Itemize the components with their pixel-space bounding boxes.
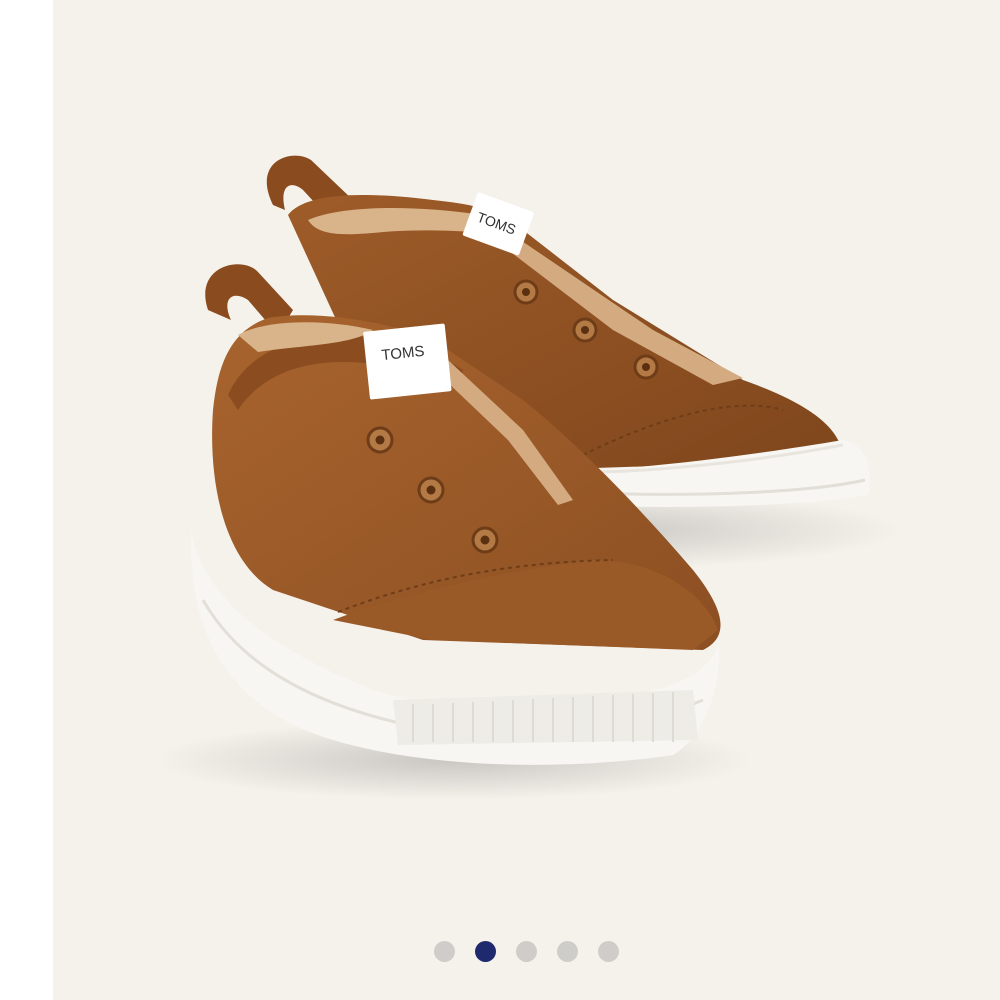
product-page: TOMS TOMS (0, 0, 1000, 1000)
product-image: TOMS TOMS (153, 155, 903, 800)
carousel-pagination (53, 940, 1000, 962)
carousel-dot-2[interactable] (475, 940, 496, 962)
product-image-gallery[interactable]: TOMS TOMS (53, 0, 1000, 1000)
carousel-dot-4[interactable] (557, 940, 578, 962)
carousel-dot-1[interactable] (434, 940, 455, 962)
carousel-dot-5[interactable] (598, 940, 619, 962)
carousel-dot-3[interactable] (516, 940, 537, 962)
